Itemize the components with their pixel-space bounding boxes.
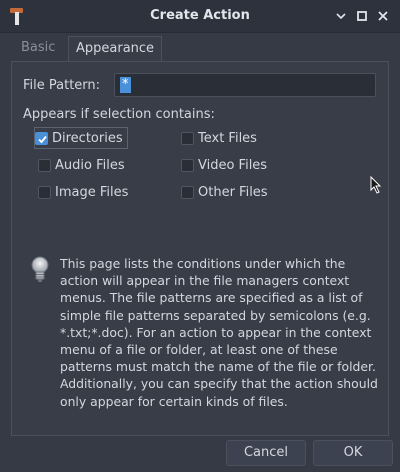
tab-appearance-conditions[interactable]: Appearance Conditions — [68, 36, 163, 80]
checkbox-other-files[interactable]: Other Files — [181, 182, 268, 202]
info-text: This page lists the conditions under whi… — [60, 256, 378, 409]
checkbox-label: Other Files — [198, 184, 268, 200]
checkbox-directories[interactable]: Directories — [34, 127, 128, 149]
checkbox-label: Video Files — [198, 157, 268, 173]
checkbox-label: Text Files — [198, 130, 257, 146]
checkbox-box[interactable] — [181, 131, 194, 145]
checkbox-label: Directories — [52, 130, 123, 146]
checkbox-box[interactable] — [38, 185, 51, 199]
checkbox-audio-files[interactable]: Audio Files — [38, 155, 125, 175]
checkbox-box[interactable] — [38, 158, 51, 172]
tab-basic[interactable]: Basic — [14, 36, 62, 62]
mouse-cursor-icon — [370, 175, 382, 198]
file-pattern-input[interactable]: * — [114, 73, 376, 97]
cancel-button[interactable]: Cancel — [226, 440, 306, 466]
checkbox-label: Audio Files — [55, 157, 125, 173]
ok-button[interactable]: OK — [313, 440, 393, 466]
checkbox-image-files[interactable]: Image Files — [38, 182, 128, 202]
checkbox-text-files[interactable]: Text Files — [181, 128, 257, 148]
lightbulb-icon — [30, 256, 50, 284]
file-pattern-label: File Pattern: — [23, 78, 101, 93]
maximize-icon[interactable] — [354, 8, 370, 24]
file-pattern-value: * — [120, 77, 131, 93]
checkbox-box[interactable] — [181, 185, 194, 199]
appears-if-label: Appears if selection contains: — [23, 107, 215, 122]
checkbox-box[interactable] — [35, 131, 48, 145]
minimize-icon[interactable] — [333, 8, 349, 24]
checkbox-video-files[interactable]: Video Files — [181, 155, 267, 175]
checkbox-box[interactable] — [181, 158, 194, 172]
title-bar[interactable]: Create Action — [0, 0, 400, 33]
close-icon[interactable] — [375, 8, 391, 24]
checkbox-label: Image Files — [55, 184, 129, 200]
